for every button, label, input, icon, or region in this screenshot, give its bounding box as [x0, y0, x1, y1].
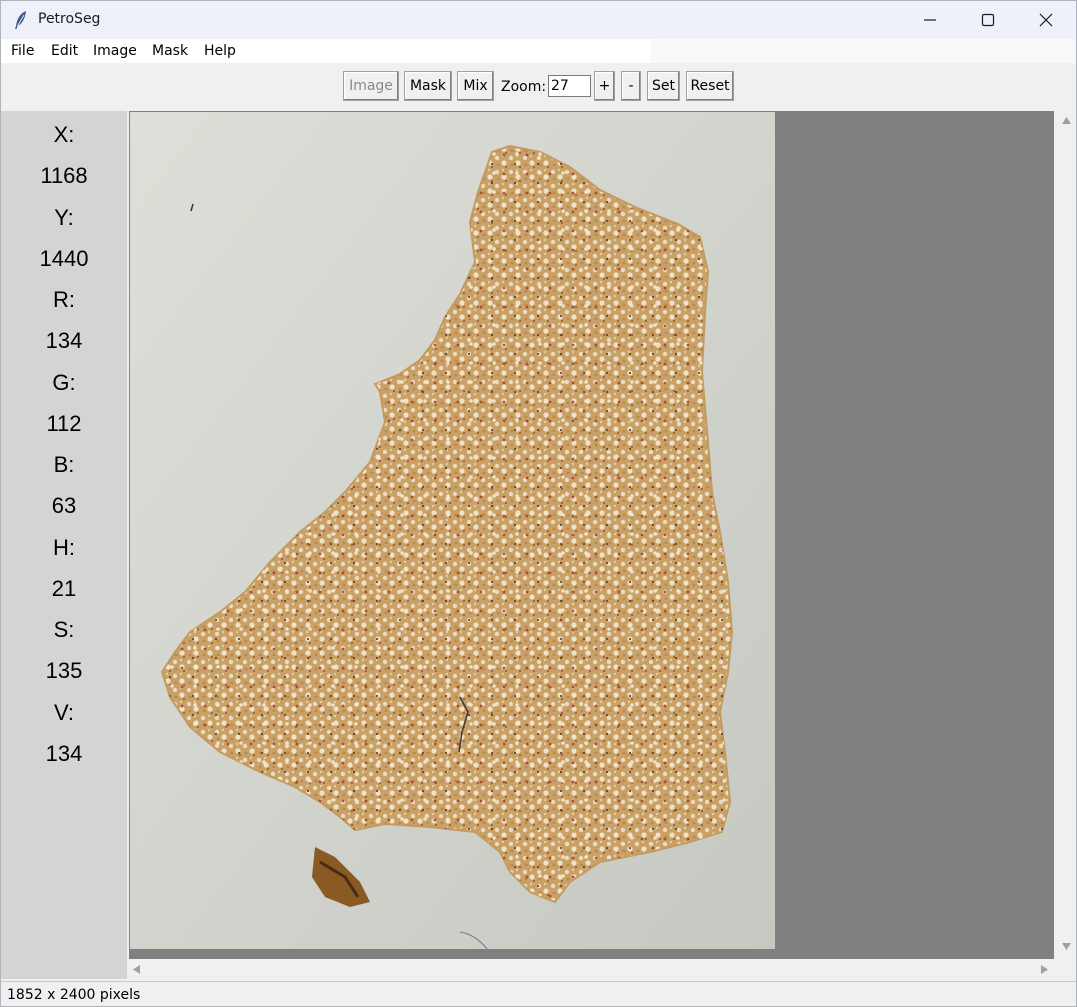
x-label: X:: [53, 122, 75, 147]
s-value: 135: [45, 658, 83, 683]
g-value: 112: [46, 411, 82, 436]
minimize-button[interactable]: [901, 1, 959, 39]
image-view-button[interactable]: Image: [343, 71, 399, 101]
triangle-right-icon[interactable]: [1041, 965, 1048, 974]
app-window: PetroSeg File Edit Image Mask Help Image: [0, 0, 1077, 1007]
menu-bar: File Edit Image Mask Help: [1, 39, 651, 63]
h-value: 21: [51, 576, 77, 601]
v-label: V:: [54, 700, 74, 725]
s-label: S:: [53, 617, 75, 642]
triangle-left-icon[interactable]: [133, 965, 140, 974]
x-value: 1168: [40, 163, 88, 188]
g-label: G:: [52, 370, 76, 395]
close-icon: [1039, 13, 1053, 27]
toolbar: Image Mask Mix Zoom: 27 + - Set Reset: [1, 63, 1076, 109]
mask-view-button[interactable]: Mask: [404, 71, 452, 101]
minimize-icon: [924, 19, 936, 21]
image-dimensions: 1852 x 2400 pixels: [7, 987, 141, 1003]
zoom-input[interactable]: 27: [548, 75, 591, 97]
status-bar: 1852 x 2400 pixels: [1, 981, 1076, 1006]
y-value: 1440: [39, 246, 89, 271]
h-label: H:: [53, 535, 75, 560]
b-value: 63: [51, 493, 77, 518]
zoom-in-button[interactable]: +: [594, 71, 615, 101]
vertical-scrollbar[interactable]: [1056, 111, 1076, 959]
title-bar: PetroSeg: [1, 1, 1076, 39]
menu-help[interactable]: Help: [204, 43, 236, 59]
horizontal-scrollbar[interactable]: [129, 959, 1054, 979]
window-title: PetroSeg: [38, 11, 101, 27]
menu-mask[interactable]: Mask: [152, 43, 188, 59]
y-label: Y:: [54, 205, 74, 230]
r-label: R:: [53, 287, 75, 312]
image-canvas[interactable]: [129, 111, 1054, 959]
menu-file[interactable]: File: [11, 43, 34, 59]
close-button[interactable]: [1017, 1, 1075, 39]
menu-edit[interactable]: Edit: [51, 43, 78, 59]
maximize-icon: [981, 13, 995, 27]
menu-bar-filler: [651, 39, 1076, 63]
zoom-label: Zoom:: [501, 79, 547, 95]
rock-sample-drawing: [130, 112, 775, 949]
menu-image[interactable]: Image: [93, 43, 137, 59]
pixel-info-panel: X: 1168 Y: 1440 R: 134 G: 112 B: 63 H: 2…: [1, 111, 127, 979]
zoom-set-button[interactable]: Set: [647, 71, 680, 101]
maximize-button[interactable]: [959, 1, 1017, 39]
triangle-down-icon[interactable]: [1062, 943, 1071, 950]
triangle-up-icon[interactable]: [1062, 117, 1071, 124]
zoom-reset-button[interactable]: Reset: [686, 71, 734, 101]
thin-section-image[interactable]: [130, 112, 775, 949]
v-value: 134: [45, 741, 83, 766]
b-label: B:: [53, 452, 75, 477]
zoom-out-button[interactable]: -: [621, 71, 641, 101]
feather-icon: [13, 10, 29, 30]
r-value: 134: [45, 328, 83, 353]
mix-view-button[interactable]: Mix: [457, 71, 494, 101]
